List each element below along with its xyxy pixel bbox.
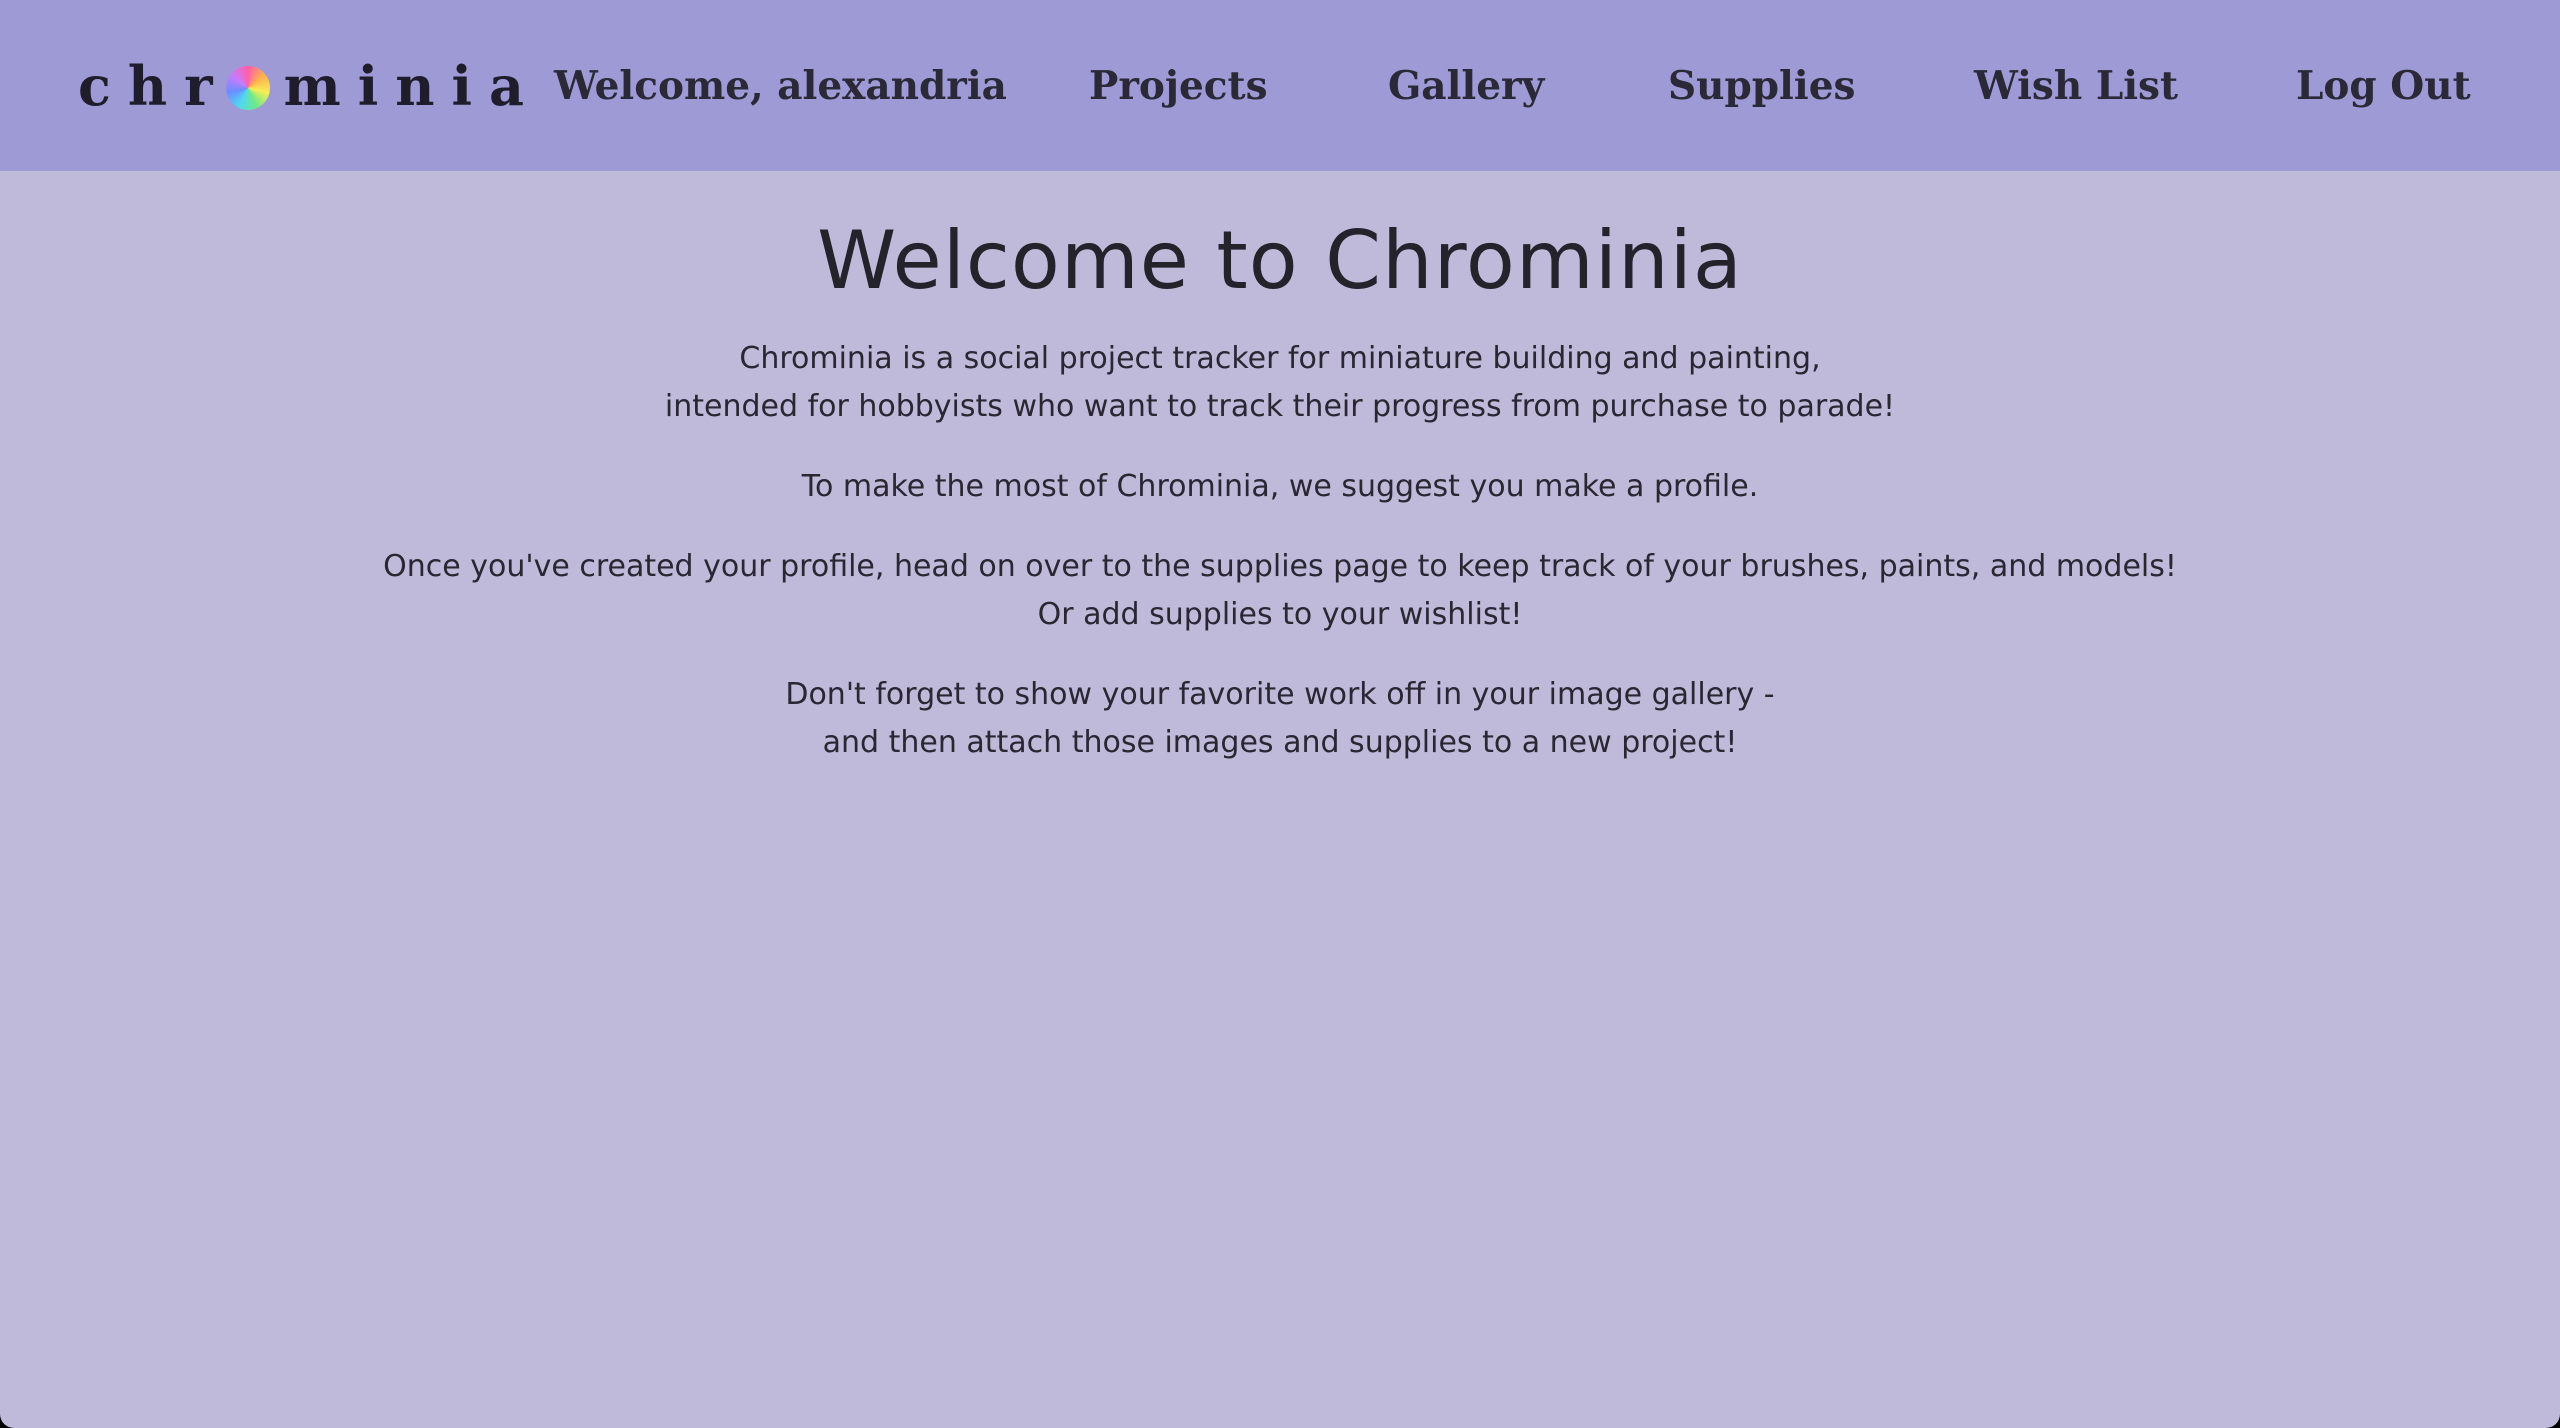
nav-welcome-user[interactable]: Welcome, alexandria [554, 56, 1007, 116]
supplies-line-2: Or add supplies to your wishlist! [1037, 597, 1523, 632]
gallery-line-2: and then attach those images and supplie… [822, 725, 1738, 760]
logo[interactable]: chr minia [78, 50, 541, 122]
nav-gallery-link[interactable]: Gallery [1388, 56, 1544, 116]
nav-logout-link[interactable]: Log Out [2296, 56, 2471, 116]
top-navbar: chr minia Welcome, alexandria Projects Ga… [0, 0, 2560, 171]
profile-line-1: To make the most of Chrominia, we sugges… [801, 469, 1759, 504]
logo-text-start: chr [78, 54, 230, 118]
page-title: Welcome to Chrominia [817, 214, 1743, 307]
logo-text-end: minia [283, 54, 542, 118]
gallery-paragraph: Don't forget to show your favorite work … [0, 671, 2560, 767]
gallery-line-1: Don't forget to show your favorite work … [785, 677, 1775, 712]
main-content: Welcome to Chrominia Chrominia is a soci… [0, 171, 2560, 767]
supplies-line-1: Once you've created your profile, head o… [383, 549, 2177, 584]
intro-line-1: Chrominia is a social project tracker fo… [739, 341, 1821, 376]
nav-supplies-link[interactable]: Supplies [1668, 56, 1855, 116]
intro-paragraph: Chrominia is a social project tracker fo… [0, 335, 2560, 431]
profile-paragraph: To make the most of Chrominia, we sugges… [0, 463, 2560, 511]
intro-line-2: intended for hobbyists who want to track… [664, 389, 1896, 424]
nav-projects-link[interactable]: Projects [1089, 56, 1268, 116]
nav-wishlist-link[interactable]: Wish List [1974, 56, 2178, 116]
app-window: chr minia Welcome, alexandria Projects Ga… [0, 0, 2560, 1428]
supplies-paragraph: Once you've created your profile, head o… [0, 543, 2560, 639]
color-wheel-icon [225, 66, 270, 110]
